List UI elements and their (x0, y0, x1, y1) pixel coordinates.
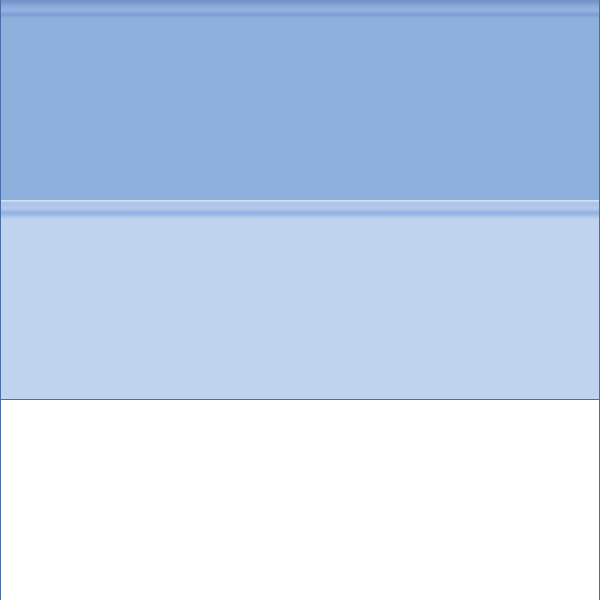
top-panel-header-bar (1, 0, 599, 18)
middle-panel-header-bar (1, 200, 599, 219)
middle-panel (1, 200, 599, 400)
window-frame (0, 0, 600, 600)
top-panel (1, 0, 599, 200)
bottom-panel (1, 400, 599, 600)
